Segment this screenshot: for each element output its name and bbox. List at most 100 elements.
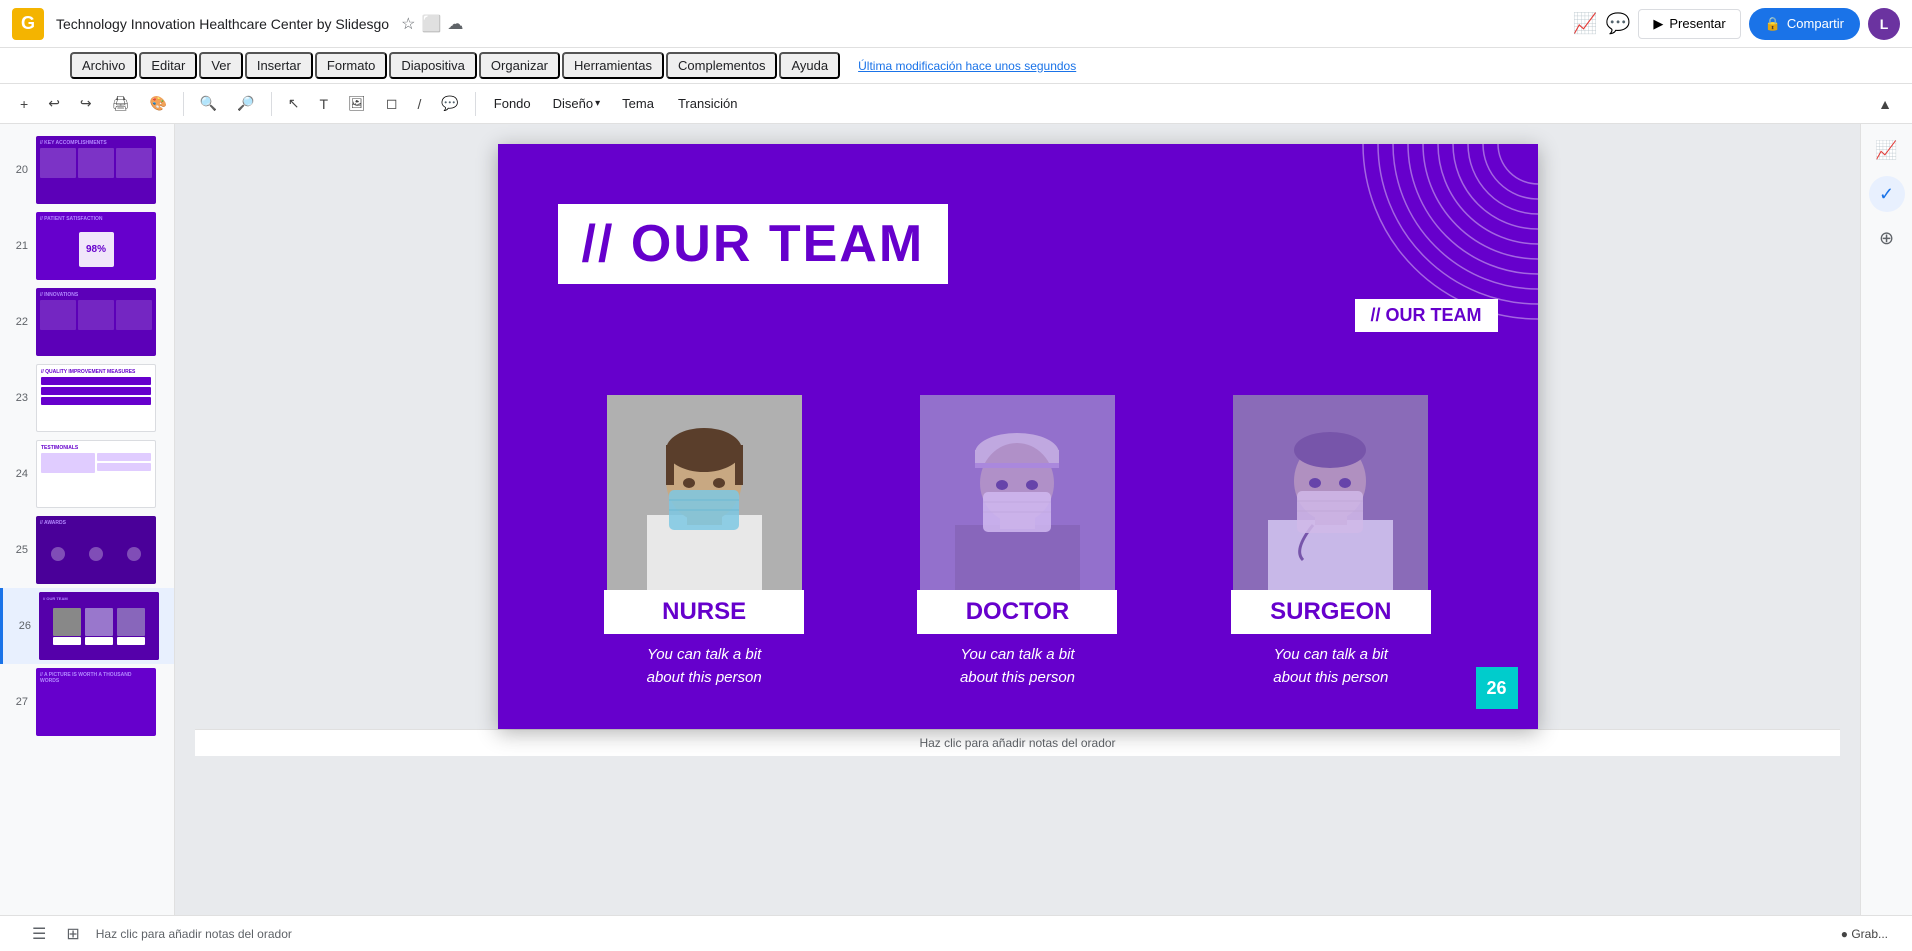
- slide-thumb-24[interactable]: 24 TESTIMONIALS: [0, 436, 174, 512]
- view-list-btn[interactable]: ☰: [24, 922, 54, 946]
- toolbar-transicion[interactable]: Transición: [668, 92, 747, 115]
- slide-preview-24: TESTIMONIALS: [36, 440, 156, 508]
- slide-thumb-25[interactable]: 25 // AWARDS: [0, 512, 174, 588]
- title-area: Technology Innovation Healthcare Center …: [56, 16, 389, 32]
- nurse-description: You can talk a bitabout this person: [647, 644, 762, 689]
- surgeon-title-box: SURGEON: [1231, 590, 1431, 634]
- notes-bottom-text: Haz clic para añadir notas del orador: [96, 927, 292, 941]
- copy-icon[interactable]: ⬜: [421, 14, 441, 34]
- slide-preview-27: // A PICTURE IS WORTH A THOUSAND WORDS: [36, 668, 156, 736]
- last-modified[interactable]: Última modificación hace unos segundos: [858, 59, 1076, 73]
- share-button[interactable]: 🔒 Compartir: [1749, 8, 1860, 40]
- menu-ayuda[interactable]: Ayuda: [779, 52, 840, 79]
- bottom-bar: ☰ ⊞ Haz clic para añadir notas del orado…: [0, 915, 1912, 951]
- slide-thumb-20[interactable]: 20 // KEY ACCOMPLISHMENTS: [0, 132, 174, 208]
- present-button[interactable]: ▶ Presentar: [1638, 9, 1740, 39]
- notes-area[interactable]: Haz clic para añadir notas del orador: [195, 729, 1840, 756]
- slide-preview-20: // KEY ACCOMPLISHMENTS: [36, 136, 156, 204]
- toolbar-line[interactable]: /: [409, 92, 429, 116]
- team-member-doctor: DOCTOR You can talk a bitabout this pers…: [917, 395, 1117, 689]
- avatar[interactable]: L: [1868, 8, 1900, 40]
- slide-num-26: 26: [11, 620, 31, 632]
- record-btn[interactable]: ● Grab...: [1833, 923, 1896, 945]
- team-member-nurse: NURSE You can talk a bitabout this perso…: [604, 395, 804, 689]
- document-title: Technology Innovation Healthcare Center …: [56, 16, 389, 32]
- slide[interactable]: // OUR TEAM // OUR TEAM: [498, 144, 1538, 729]
- slide-thumb-26[interactable]: 26 // OUR TEAM: [0, 588, 174, 664]
- menu-formato[interactable]: Formato: [315, 52, 387, 79]
- view-grid-btn[interactable]: ⊞: [58, 922, 87, 946]
- header-actions: 📈 💬 ▶ Presentar 🔒 Compartir L: [1573, 8, 1900, 40]
- toolbar-comment[interactable]: 💬: [433, 91, 466, 116]
- toolbar-textbox[interactable]: T: [311, 92, 336, 116]
- lock-icon: 🔒: [1765, 16, 1781, 32]
- cloud-icon[interactable]: ☁: [447, 14, 463, 34]
- toolbar-print[interactable]: 🖨: [104, 91, 138, 116]
- main-area: 20 // KEY ACCOMPLISHMENTS 21 // PATIENT …: [0, 124, 1912, 915]
- team-members: NURSE You can talk a bitabout this perso…: [498, 395, 1538, 689]
- toolbar-fondo[interactable]: Fondo: [484, 92, 541, 115]
- nurse-photo: [607, 395, 802, 590]
- doctor-description: You can talk a bitabout this person: [960, 644, 1075, 689]
- title-icons: ☆ ⬜ ☁: [401, 14, 463, 34]
- top-right-label: // OUR TEAM: [1355, 299, 1498, 332]
- menu-ver[interactable]: Ver: [199, 52, 243, 79]
- toolbar-paint[interactable]: 🎨: [141, 91, 174, 116]
- view-toggle: ☰ ⊞: [24, 922, 88, 946]
- top-right-label-text: // OUR TEAM: [1371, 305, 1482, 326]
- star-icon[interactable]: ☆: [401, 14, 415, 34]
- slide-thumb-23[interactable]: 23 // QUALITY IMPROVEMENT MEASURES: [0, 360, 174, 436]
- right-panel: 📈 ✓ ⊕: [1860, 124, 1912, 915]
- toolbar-cursor[interactable]: ↖: [280, 91, 308, 116]
- notes-placeholder: Haz clic para añadir notas del orador: [919, 736, 1115, 750]
- toolbar-image[interactable]: 🖼: [340, 91, 374, 116]
- slide-preview-22: // INNOVATIONS: [36, 288, 156, 356]
- menu-diapositiva[interactable]: Diapositiva: [389, 52, 477, 79]
- slide-thumb-27[interactable]: 27 // A PICTURE IS WORTH A THOUSAND WORD…: [0, 664, 174, 740]
- slide-num-24: 24: [8, 468, 28, 480]
- surgeon-photo: [1233, 395, 1428, 590]
- menu-complementos[interactable]: Complementos: [666, 52, 777, 79]
- slide-thumb-21[interactable]: 21 // PATIENT SATISFACTION 98%: [0, 208, 174, 284]
- right-panel-check-btn[interactable]: ✓: [1869, 176, 1905, 212]
- divider-3: [475, 92, 476, 116]
- menu-bar: Archivo Editar Ver Insertar Formato Diap…: [0, 48, 1912, 84]
- toolbar-undo[interactable]: ↩: [40, 91, 68, 116]
- toolbar-zoom-in[interactable]: 🔎: [229, 91, 262, 116]
- menu-archivo[interactable]: Archivo: [70, 52, 137, 79]
- slide-num-21: 21: [8, 240, 28, 252]
- slide-title: // OUR TEAM: [582, 214, 925, 274]
- toolbar-zoom-out[interactable]: 🔍: [192, 91, 225, 116]
- menu-organizar[interactable]: Organizar: [479, 52, 560, 79]
- toolbar-shape[interactable]: ◻: [378, 91, 406, 116]
- page-number: 26: [1476, 667, 1518, 709]
- slide-preview-21: // PATIENT SATISFACTION 98%: [36, 212, 156, 280]
- menu-editar[interactable]: Editar: [139, 52, 197, 79]
- slide-num-25: 25: [8, 544, 28, 556]
- canvas-area: // OUR TEAM // OUR TEAM: [175, 124, 1860, 915]
- toolbar-add[interactable]: +: [12, 92, 36, 116]
- surgeon-title: SURGEON: [1270, 598, 1391, 625]
- comment-icon[interactable]: 💬: [1605, 11, 1630, 36]
- slide-preview-26: // OUR TEAM: [39, 592, 159, 660]
- toolbar-diseno[interactable]: Diseño ▾: [545, 92, 609, 115]
- doctor-title: DOCTOR: [966, 598, 1070, 625]
- slide-num-20: 20: [8, 164, 28, 176]
- trending-icon[interactable]: 📈: [1573, 11, 1598, 36]
- toolbar-tema[interactable]: Tema: [612, 92, 664, 115]
- right-panel-add-btn[interactable]: ⊕: [1869, 220, 1905, 256]
- slide-num-22: 22: [8, 316, 28, 328]
- toolbar-collapse[interactable]: ▲: [1870, 92, 1900, 116]
- toolbar-redo[interactable]: ↪: [72, 91, 100, 116]
- top-bar: G Technology Innovation Healthcare Cente…: [0, 0, 1912, 48]
- nurse-title: NURSE: [662, 598, 746, 625]
- slide-preview-23: // QUALITY IMPROVEMENT MEASURES: [36, 364, 156, 432]
- right-panel-trend-btn[interactable]: 📈: [1869, 132, 1905, 168]
- slide-title-block: // OUR TEAM: [558, 204, 949, 284]
- slide-thumb-22[interactable]: 22 // INNOVATIONS: [0, 284, 174, 360]
- menu-insertar[interactable]: Insertar: [245, 52, 313, 79]
- slide-preview-25: // AWARDS: [36, 516, 156, 584]
- doctor-photo: [920, 395, 1115, 590]
- doctor-title-box: DOCTOR: [917, 590, 1117, 634]
- menu-herramientas[interactable]: Herramientas: [562, 52, 664, 79]
